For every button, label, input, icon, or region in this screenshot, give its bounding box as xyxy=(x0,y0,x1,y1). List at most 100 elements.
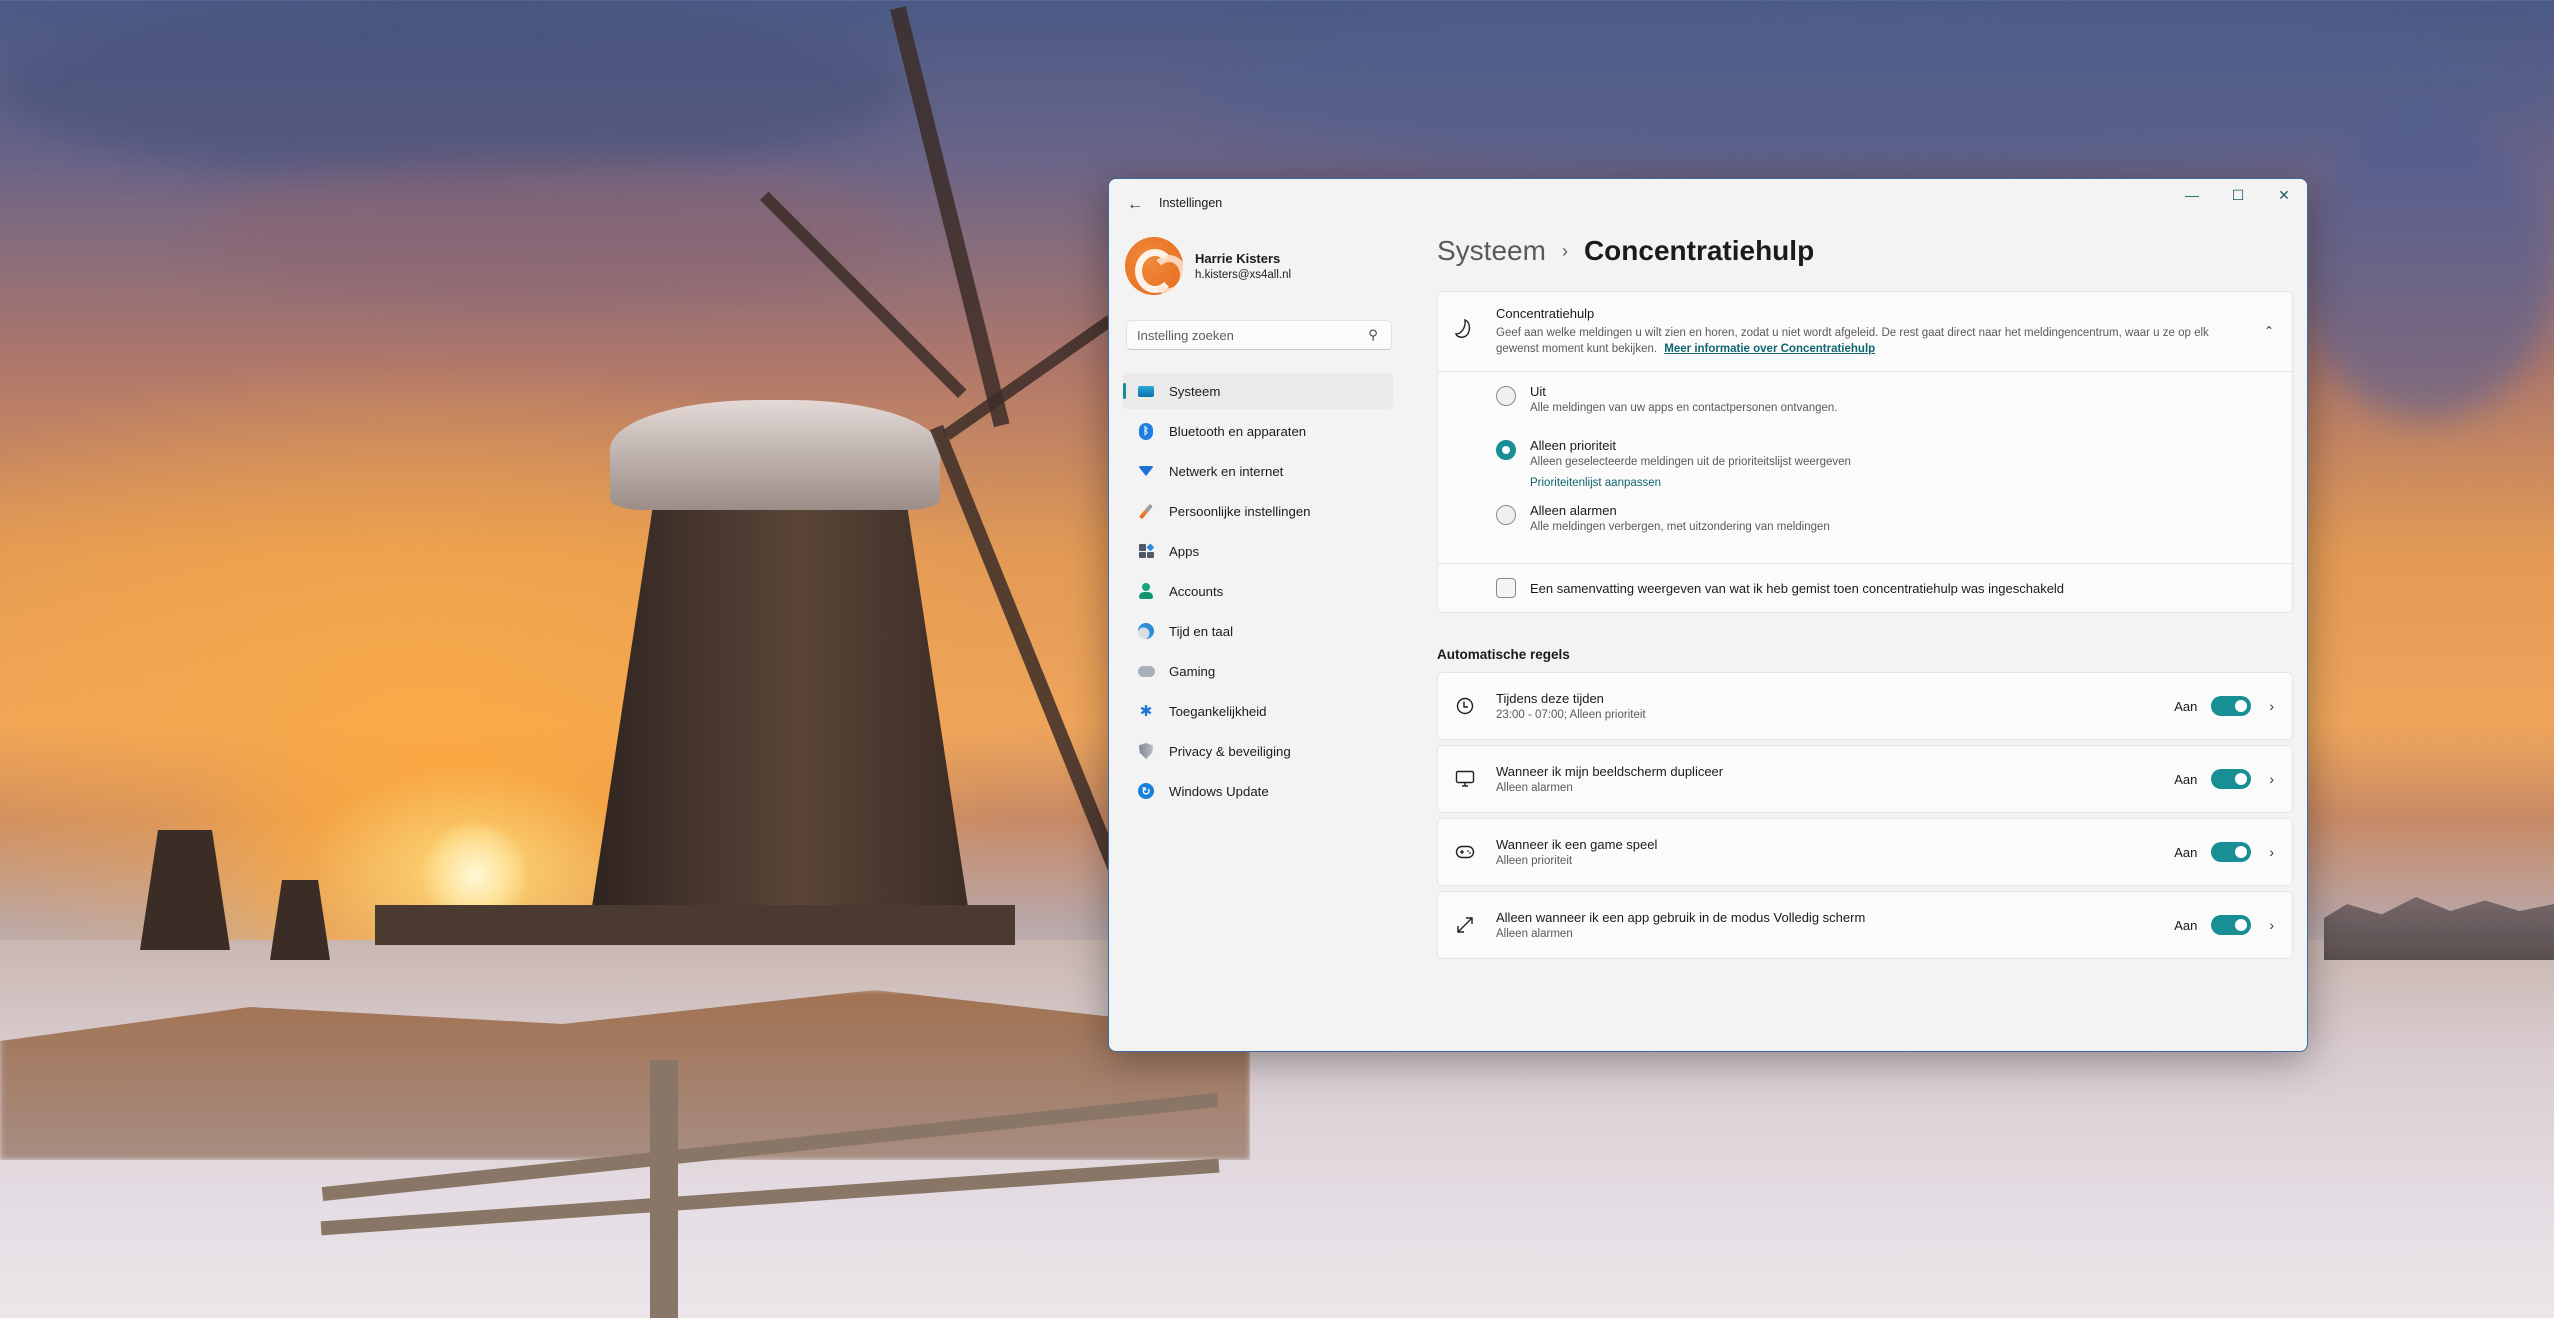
rule-toggle[interactable] xyxy=(2211,842,2252,862)
summary-label: Een samenvatting weergeven van wat ik he… xyxy=(1530,580,2065,596)
sidebar-item-label: Persoonlijke instellingen xyxy=(1169,503,1311,519)
rule-game-speel[interactable]: Wanneer ik een game speel Alleen priorit… xyxy=(1437,818,2293,886)
chevron-right-icon[interactable]: › xyxy=(2269,698,2274,714)
sidebar-item-label: Privacy & beveiliging xyxy=(1169,743,1291,759)
sidebar-item-label: Toegankelijkheid xyxy=(1169,703,1267,719)
rule-toggle[interactable] xyxy=(2211,696,2252,716)
option-description: Alle meldingen verbergen, met uitzonderi… xyxy=(1530,521,1830,533)
learn-more-link[interactable]: Meer informatie over Concentratiehulp xyxy=(1664,343,1875,355)
toggle-state-label: Aan xyxy=(2174,698,2198,714)
rule-subtitle: Alleen alarmen xyxy=(1496,782,1573,794)
focus-options: Uit Alle meldingen van uw apps en contac… xyxy=(1438,372,2292,564)
moon-icon xyxy=(1455,318,1471,338)
radio-alleen-prioriteit[interactable] xyxy=(1496,440,1516,460)
chevron-up-icon[interactable]: ⌃ xyxy=(2264,324,2274,338)
option-alleen-prioriteit[interactable]: Alleen prioriteit Alleen geselecteerde m… xyxy=(1496,438,2292,489)
sidebar-item-toegankelijkheid[interactable]: ✱ Toegankelijkheid xyxy=(1123,693,1393,729)
breadcrumb-parent[interactable]: Systeem xyxy=(1437,235,1546,267)
summary-row: Een samenvatting weergeven van wat ik he… xyxy=(1438,564,2292,612)
sidebar-item-gaming[interactable]: Gaming xyxy=(1123,653,1393,689)
search-icon[interactable]: ⚲ xyxy=(1365,327,1381,343)
chevron-right-icon[interactable]: › xyxy=(2269,771,2274,787)
gamepad-icon xyxy=(1137,662,1155,680)
sidebar-item-label: Systeem xyxy=(1169,383,1221,399)
option-alleen-alarmen[interactable]: Alleen alarmen Alle meldingen verbergen,… xyxy=(1496,503,2292,543)
update-icon: ↻ xyxy=(1137,782,1155,800)
sidebar-item-bluetooth[interactable]: ᛒ Bluetooth en apparaten xyxy=(1123,413,1393,449)
rule-toggle[interactable] xyxy=(2211,769,2252,789)
sidebar-item-label: Tijd en taal xyxy=(1169,623,1234,639)
option-description: Alleen geselecteerde meldingen uit de pr… xyxy=(1530,456,1851,468)
toggle-state-label: Aan xyxy=(2174,771,2198,787)
rule-beeldscherm-dupliceer[interactable]: Wanneer ik mijn beeldscherm dupliceer Al… xyxy=(1437,745,2293,813)
clock-icon xyxy=(1454,695,1476,717)
rule-title: Tijdens deze tijden xyxy=(1496,691,1604,706)
accessibility-icon: ✱ xyxy=(1139,703,1153,720)
rule-volledig-scherm[interactable]: Alleen wanneer ik een app gebruik in de … xyxy=(1437,891,2293,959)
profile-email: h.kisters@xs4all.nl xyxy=(1195,269,1292,281)
maximize-icon: ☐ xyxy=(2231,186,2245,203)
rule-title: Alleen wanneer ik een app gebruik in de … xyxy=(1496,910,1866,925)
rule-toggle[interactable] xyxy=(2211,915,2252,935)
close-button[interactable]: ✕ xyxy=(2261,179,2307,211)
option-title: Alleen alarmen xyxy=(1530,503,1617,518)
chevron-right-icon[interactable]: › xyxy=(2269,844,2274,860)
app-title: Instellingen xyxy=(1159,196,1223,210)
title-bar: ← Instellingen — ☐ ✕ xyxy=(1109,179,2307,227)
main-content: Systeem › Concentratiehulp Concentratieh… xyxy=(1437,235,2293,964)
summary-checkbox[interactable] xyxy=(1496,578,1516,598)
shield-icon xyxy=(1137,742,1155,760)
option-uit[interactable]: Uit Alle meldingen van uw apps en contac… xyxy=(1496,384,2292,424)
sidebar-item-tijd-en-taal[interactable]: Tijd en taal xyxy=(1123,613,1393,649)
sidebar-item-label: Netwerk en internet xyxy=(1169,463,1284,479)
gamepad-icon xyxy=(1454,841,1476,863)
sidebar-item-windows-update[interactable]: ↻ Windows Update xyxy=(1123,773,1393,809)
sidebar-item-label: Bluetooth en apparaten xyxy=(1169,423,1307,439)
user-profile[interactable]: Harrie Kisters h.kisters@xs4all.nl xyxy=(1125,237,1291,295)
sidebar-item-apps[interactable]: Apps xyxy=(1123,533,1393,569)
sidebar-item-label: Apps xyxy=(1169,543,1200,559)
monitor-icon xyxy=(1454,768,1476,790)
sidebar-item-accounts[interactable]: Accounts xyxy=(1123,573,1393,609)
focus-assist-title: Concentratiehulp xyxy=(1496,306,1595,321)
wifi-icon xyxy=(1137,462,1155,480)
chevron-right-icon[interactable]: › xyxy=(2269,917,2274,933)
breadcrumb: Systeem › Concentratiehulp xyxy=(1437,235,2293,275)
minimize-button[interactable]: — xyxy=(2169,179,2215,211)
focus-assist-header[interactable]: Concentratiehulp Geef aan welke meldinge… xyxy=(1438,292,2292,372)
radio-alleen-alarmen[interactable] xyxy=(1496,505,1516,525)
settings-window: ← Instellingen — ☐ ✕ Harrie Kisters h.ki… xyxy=(1108,178,2308,1052)
rule-tijdens-deze-tijden[interactable]: Tijdens deze tijden 23:00 - 07:00; Allee… xyxy=(1437,672,2293,740)
time-language-icon xyxy=(1137,622,1155,640)
sidebar-item-label: Windows Update xyxy=(1169,783,1269,799)
automatic-rules-heading: Automatische regels xyxy=(1437,647,1570,662)
chevron-right-icon: › xyxy=(1561,241,1568,261)
arrow-left-icon: ← xyxy=(1127,196,1143,213)
rule-title: Wanneer ik een game speel xyxy=(1496,837,1658,852)
search-input[interactable] xyxy=(1137,327,1365,343)
bluetooth-icon: ᛒ xyxy=(1137,422,1155,440)
sidebar-item-label: Accounts xyxy=(1169,583,1224,599)
option-title: Alleen prioriteit xyxy=(1530,438,1616,453)
sidebar-item-netwerk[interactable]: Netwerk en internet xyxy=(1123,453,1393,489)
toggle-state-label: Aan xyxy=(2174,917,2198,933)
sidebar-item-systeem[interactable]: Systeem xyxy=(1123,373,1393,409)
sidebar-item-persoonlijk[interactable]: Persoonlijke instellingen xyxy=(1123,493,1393,529)
radio-uit[interactable] xyxy=(1496,386,1516,406)
rule-subtitle: Alleen alarmen xyxy=(1496,928,1573,940)
back-button[interactable]: ← xyxy=(1121,191,1149,219)
sidebar-item-privacy[interactable]: Privacy & beveiliging xyxy=(1123,733,1393,769)
sidebar-item-label: Gaming xyxy=(1169,663,1216,679)
apps-icon xyxy=(1137,542,1155,560)
rule-subtitle: Alleen prioriteit xyxy=(1496,855,1573,867)
rule-title: Wanneer ik mijn beeldscherm dupliceer xyxy=(1496,764,1724,779)
maximize-button[interactable]: ☐ xyxy=(2215,179,2261,211)
search-box: ⚲ xyxy=(1126,320,1392,350)
system-icon xyxy=(1137,382,1155,400)
avatar xyxy=(1125,237,1183,295)
page-title: Concentratiehulp xyxy=(1583,235,1815,266)
priority-list-link[interactable]: Prioriteitenlijst aanpassen xyxy=(1530,477,2292,489)
sidebar-nav: Systeem ᛒ Bluetooth en apparaten Netwerk… xyxy=(1123,373,1393,813)
profile-name: Harrie Kisters xyxy=(1195,251,1281,266)
close-icon: ✕ xyxy=(2278,186,2290,203)
